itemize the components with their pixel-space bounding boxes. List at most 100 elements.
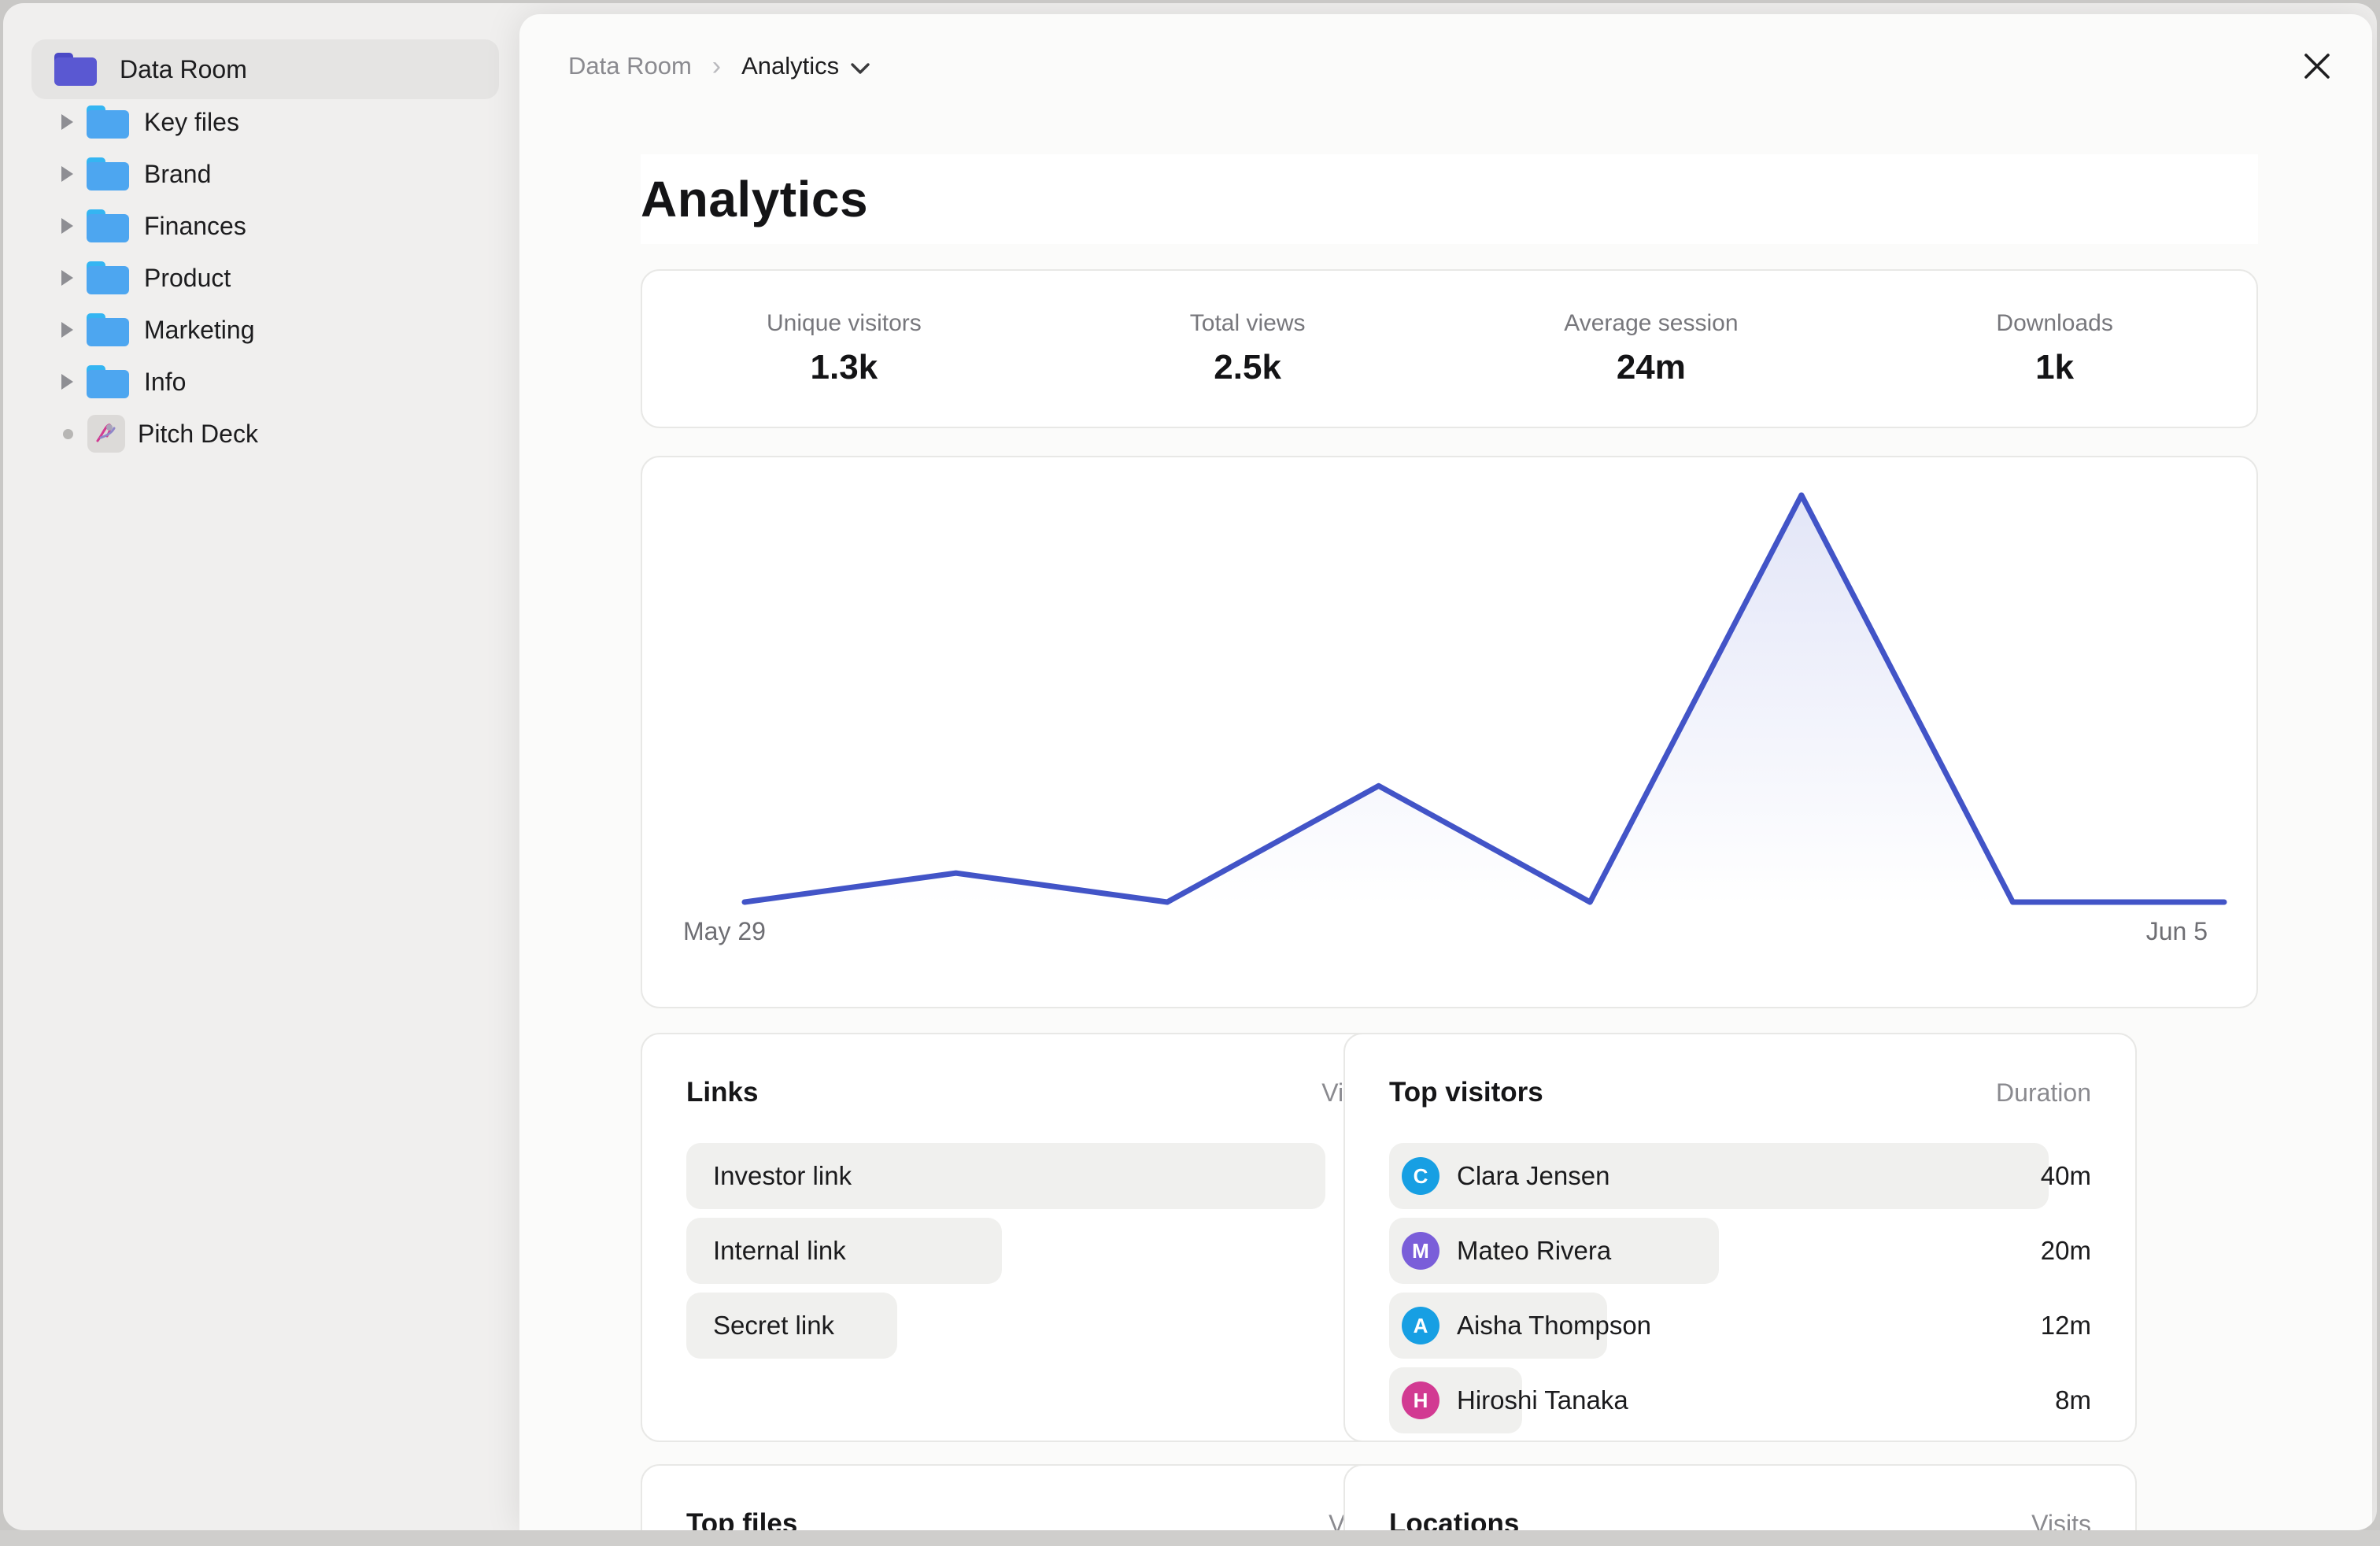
- disclosure-triangle-icon[interactable]: [61, 166, 73, 182]
- page-title: Analytics: [641, 170, 868, 228]
- visitor-name: Hiroshi Tanaka: [1457, 1385, 1628, 1415]
- sidebar-item-label: Data Room: [120, 55, 247, 84]
- locations-value-header: Visits: [2031, 1510, 2091, 1531]
- disclosure-triangle-icon[interactable]: [61, 114, 73, 130]
- top-files-card: Top files Visits: [641, 1464, 1434, 1530]
- disclosure-triangle-icon[interactable]: [61, 322, 73, 338]
- avatar: C: [1402, 1157, 1439, 1195]
- stat-label: Average session: [1564, 310, 1738, 337]
- stat-label: Downloads: [1996, 310, 2112, 337]
- sidebar-item-label: Finances: [144, 212, 246, 241]
- chart-x-axis: May 29 Jun 5: [683, 917, 2208, 946]
- desktop-strip: [0, 1530, 2380, 1546]
- pitch-deck-thumbnail-icon: [87, 415, 125, 453]
- visitors-header: Top visitors Duration: [1389, 1075, 2091, 1110]
- stat-unique-visitors: Unique visitors 1.3k: [642, 271, 1046, 427]
- link-bar: Secret link: [686, 1293, 897, 1359]
- visitor-row-hiroshi-tanaka[interactable]: HHiroshi Tanaka8m: [1389, 1367, 2091, 1433]
- link-label: Investor link: [713, 1161, 852, 1191]
- visitor-bar: AAisha Thompson: [1389, 1293, 1607, 1359]
- main-panel: Data Room › Analytics Analytics Unique v…: [519, 14, 2372, 1530]
- folder-icon: [86, 208, 130, 244]
- visitor-row-mateo-rivera[interactable]: MMateo Rivera20m: [1389, 1218, 2091, 1284]
- folder-icon: [54, 51, 98, 87]
- sidebar-item-info[interactable]: Info: [31, 356, 499, 408]
- visitor-row-aisha-thompson[interactable]: AAisha Thompson12m: [1389, 1293, 2091, 1359]
- top-visitors-card: Top visitors Duration CClara Jensen40mMM…: [1343, 1033, 2137, 1442]
- visitor-name: Clara Jensen: [1457, 1161, 1609, 1191]
- link-bar: Internal link: [686, 1218, 1002, 1284]
- visitor-bar: C Clara Jensen: [1389, 1143, 2049, 1209]
- sidebar-item-finances[interactable]: Finances: [31, 200, 499, 252]
- visitor-row-clara-jensen[interactable]: CClara Jensen40m: [1389, 1143, 2091, 1209]
- avatar: H: [1402, 1381, 1439, 1419]
- link-row-secret-link[interactable]: Secret link5: [686, 1293, 1388, 1359]
- stat-value: 24m: [1617, 348, 1686, 387]
- top-files-title: Top files: [686, 1508, 797, 1530]
- stat-value: 1k: [2035, 348, 2074, 387]
- sidebar-item-data-room[interactable]: Data Room: [31, 39, 499, 99]
- chevron-right-icon: ›: [712, 51, 721, 82]
- sidebar: Data Room Key files Brand Finances Product M…: [3, 3, 519, 1530]
- visitors-value-header: Duration: [1996, 1078, 2091, 1108]
- sidebar-item-label: Marketing: [144, 316, 255, 345]
- avatar: M: [1402, 1232, 1439, 1270]
- sidebar-item-label: Info: [144, 368, 186, 397]
- visitor-duration-value: 12m: [2041, 1293, 2091, 1359]
- visits-chart-card: May 29 Jun 5: [641, 456, 2258, 1008]
- stat-average-session: Average session 24m: [1450, 271, 1853, 427]
- locations-card: Locations Visits: [1343, 1464, 2137, 1530]
- folder-icon: [86, 364, 130, 400]
- disclosure-triangle-icon[interactable]: [61, 374, 73, 390]
- title-band: Analytics: [641, 154, 2258, 244]
- stats-card: Unique visitors1.3kTotal views2.5kAverag…: [641, 269, 2258, 428]
- close-button[interactable]: [2297, 46, 2338, 87]
- avatar: A: [1402, 1307, 1439, 1344]
- folder-icon: [86, 312, 130, 348]
- visitor-bar: M Mateo Rivera: [1389, 1218, 1719, 1284]
- locations-header: Locations Visits: [1389, 1507, 2091, 1530]
- sidebar-item-brand[interactable]: Brand: [31, 148, 499, 200]
- screen: Data Room Key files Brand Finances Product M…: [0, 0, 2380, 1546]
- links-title: Links: [686, 1077, 758, 1108]
- sidebar-item-pitch-deck[interactable]: Pitch Deck: [31, 408, 499, 460]
- x-axis-start-label: May 29: [683, 917, 766, 946]
- top-files-header: Top files Visits: [686, 1507, 1388, 1530]
- link-row-internal-link[interactable]: Internal link15: [686, 1218, 1388, 1284]
- sidebar-item-label: Brand: [144, 160, 211, 189]
- breadcrumb: Data Room › Analytics: [568, 46, 870, 87]
- visitor-duration-value: 8m: [2055, 1367, 2091, 1433]
- visitor-name: Aisha Thompson: [1457, 1311, 1651, 1341]
- chevron-down-icon: [850, 61, 870, 76]
- links-rows: Investor link56 Internal link15 Secret lin…: [686, 1143, 1388, 1359]
- stat-value: 1.3k: [811, 348, 878, 387]
- visitor-name: Mateo Rivera: [1457, 1236, 1611, 1266]
- breadcrumb-parent[interactable]: Data Room: [568, 52, 692, 80]
- link-label: Secret link: [713, 1311, 834, 1341]
- stat-total-views: Total views2.5k: [1046, 271, 1450, 427]
- link-bar: Investor link: [686, 1143, 1325, 1209]
- sidebar-item-key-files[interactable]: Key files: [31, 96, 499, 148]
- link-label: Internal link: [713, 1236, 846, 1266]
- stat-downloads: Downloads 1k: [1853, 271, 2256, 427]
- sidebar-item-label: Pitch Deck: [138, 420, 258, 449]
- stat-label: Unique visitors: [767, 310, 922, 337]
- locations-title: Locations: [1389, 1508, 1519, 1530]
- visitor-bar: HHiroshi Tanaka: [1389, 1367, 1522, 1433]
- visitors-rows: CClara Jensen40mMMateo Rivera20mAAisha T…: [1389, 1143, 2091, 1442]
- disclosure-triangle-icon[interactable]: [61, 218, 73, 234]
- close-icon: [2301, 50, 2334, 83]
- visitors-title: Top visitors: [1389, 1077, 1543, 1108]
- link-row-investor-link[interactable]: Investor link56: [686, 1143, 1388, 1209]
- bullet-dot-icon: [63, 429, 73, 439]
- sidebar-item-marketing[interactable]: Marketing: [31, 304, 499, 356]
- breadcrumb-current[interactable]: Analytics: [741, 52, 870, 80]
- folder-icon: [86, 260, 130, 296]
- disclosure-triangle-icon[interactable]: [61, 270, 73, 286]
- sidebar-item-product[interactable]: Product: [31, 252, 499, 304]
- sidebar-item-label: Product: [144, 264, 231, 293]
- links-card: Links Views Investor link56 Internal link…: [641, 1033, 1434, 1442]
- links-header: Links Views: [686, 1075, 1388, 1110]
- breadcrumb-current-label: Analytics: [741, 52, 839, 80]
- stat-label: Total views: [1190, 310, 1306, 337]
